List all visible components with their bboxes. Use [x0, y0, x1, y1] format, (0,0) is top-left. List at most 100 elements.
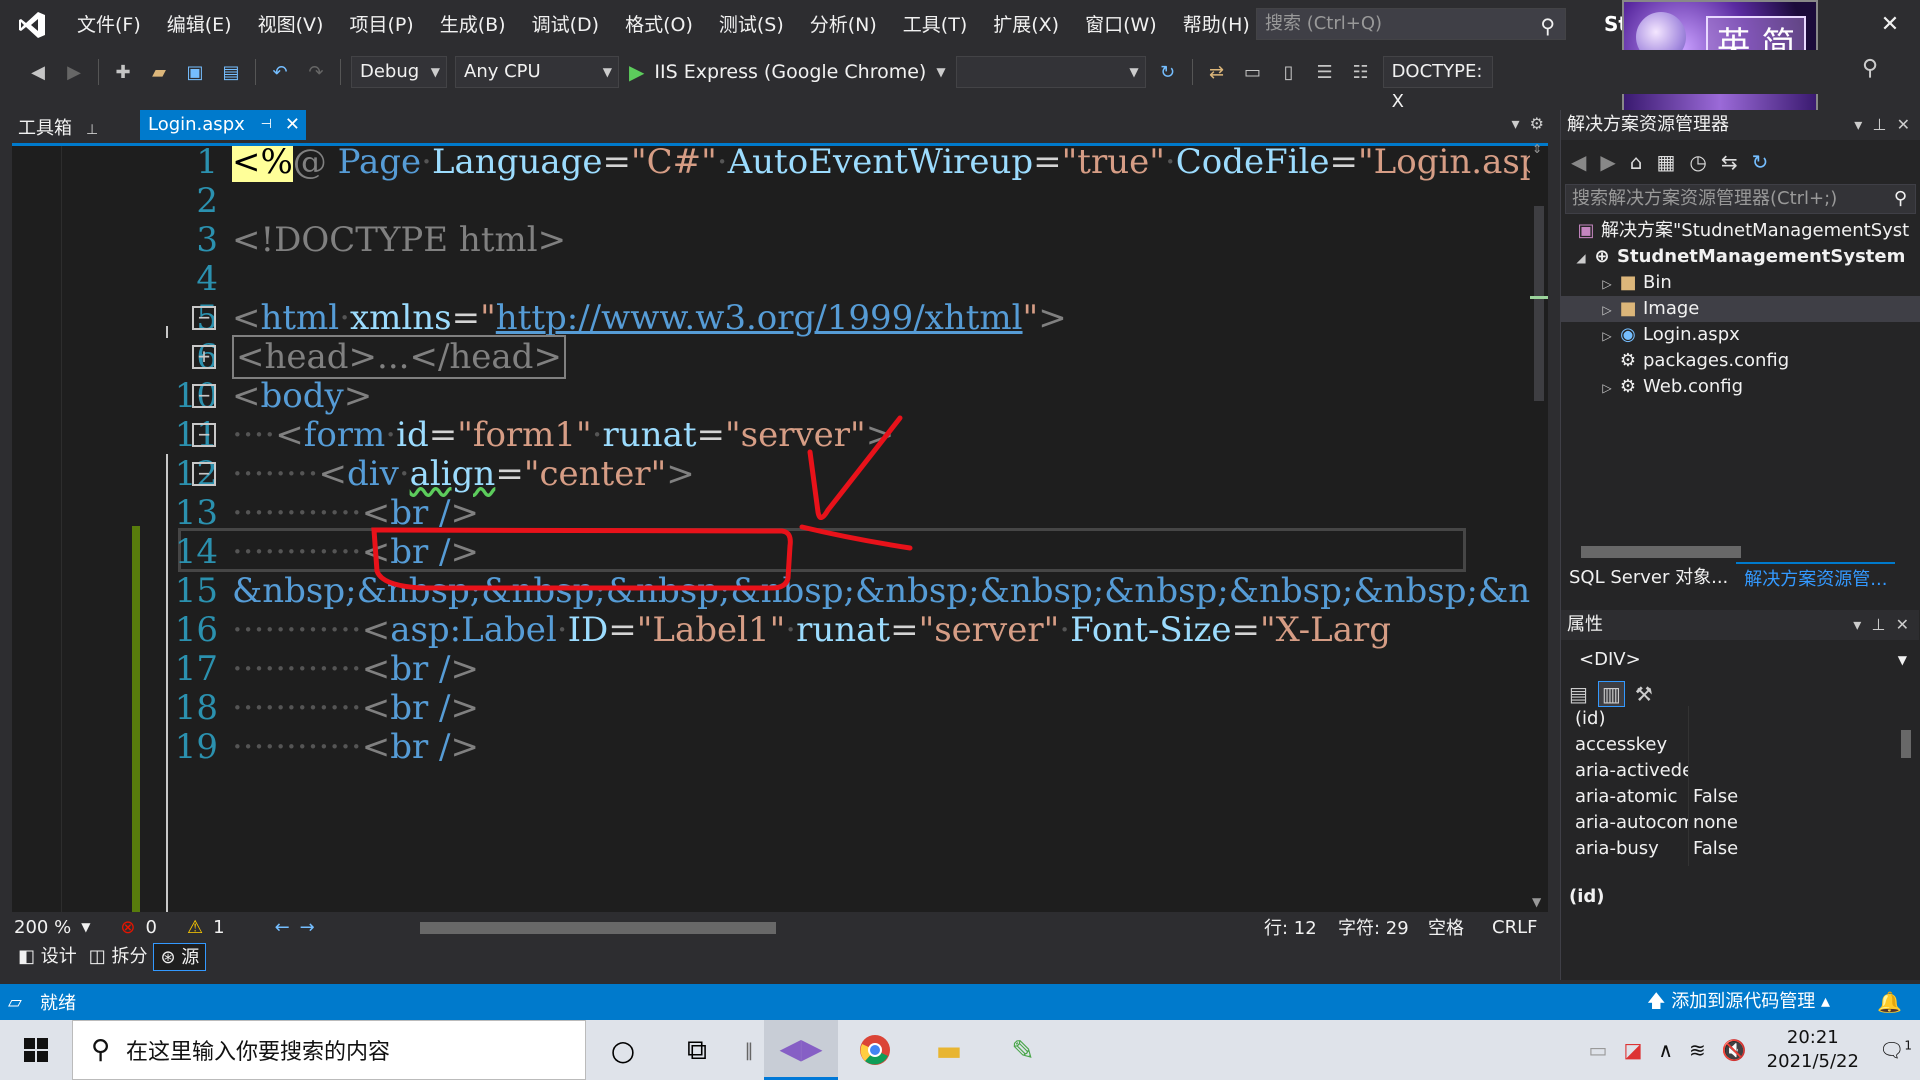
scrollbar-thumb[interactable]	[420, 922, 776, 934]
outdent-icon[interactable]: ☷	[1345, 56, 1377, 88]
menu-file[interactable]: 文件(F)	[64, 0, 154, 50]
notification-bell-icon[interactable]: 🔔	[1877, 984, 1902, 1020]
property-value[interactable]: False	[1689, 784, 1738, 810]
tab-login-aspx[interactable]: Login.aspx ⊣ ✕	[140, 110, 306, 140]
history-icon[interactable]: ◷	[1689, 150, 1706, 174]
property-value[interactable]	[1689, 732, 1693, 758]
switch-views-icon[interactable]: ▦	[1656, 150, 1675, 174]
redo-icon[interactable]: ↷	[300, 56, 332, 88]
chevron-down-icon[interactable]: ▼	[936, 65, 945, 79]
panel-controls[interactable]: ▾ ⊥ ✕	[1854, 110, 1910, 140]
refresh-icon[interactable]: ↻	[1152, 56, 1184, 88]
expand-icon[interactable]: +	[192, 345, 216, 369]
zoom-level[interactable]: 200 %	[14, 917, 71, 938]
menu-view[interactable]: 视图(V)	[245, 0, 337, 50]
page-icon[interactable]: ▯	[1273, 56, 1305, 88]
windows-start-icon[interactable]	[0, 1020, 72, 1080]
run-button[interactable]: ▶ IIS Express (Google Chrome) ▼	[629, 60, 946, 84]
panel-controls[interactable]: ▾ ⊥ ✕	[1853, 610, 1909, 640]
platform-select[interactable]: Any CPU ▼	[455, 56, 619, 88]
tab-solution-explorer[interactable]: 解决方案资源管...	[1736, 562, 1896, 594]
save-all-icon[interactable]: ▤	[215, 56, 247, 88]
xmlns-link[interactable]: http://www.w3.org/1999/xhtml	[496, 298, 1023, 338]
back-icon[interactable]: ◀	[22, 56, 54, 88]
tree-item-project[interactable]: ◢ ⊕ StudnetManagementSystem	[1561, 244, 1920, 270]
chevron-down-icon[interactable]: ▼	[81, 920, 90, 934]
property-value[interactable]	[1689, 758, 1693, 784]
tree-item-bin[interactable]: ▷ ■ Bin	[1561, 270, 1920, 296]
property-value[interactable]: none	[1689, 810, 1738, 836]
editor-vertical-scrollbar[interactable]: ⇕ ▼	[1530, 142, 1548, 911]
menu-test[interactable]: 测试(S)	[706, 0, 797, 50]
code-editor[interactable]: 1 <%@ Page·Language="C#"·AutoEventWireup…	[12, 142, 1548, 913]
menu-extensions[interactable]: 扩展(X)	[980, 0, 1072, 50]
collapse-icon[interactable]: −	[192, 384, 216, 408]
alphabetical-icon[interactable]: ▥	[1597, 681, 1625, 707]
property-row[interactable]: (id)	[1575, 706, 1895, 732]
collapsed-arrow-icon[interactable]: ▷	[1597, 375, 1617, 401]
chrome-icon[interactable]	[838, 1020, 912, 1080]
refresh-icon[interactable]: ↻	[1752, 150, 1769, 174]
tree-item-web-config[interactable]: ▷ ⚙ Web.config	[1561, 374, 1920, 400]
new-project-icon[interactable]: ✚	[107, 56, 139, 88]
feedback-icon[interactable]: ⚲	[1862, 56, 1878, 81]
property-value[interactable]: undefined	[1689, 862, 1784, 866]
close-icon[interactable]: ✕	[1860, 0, 1920, 50]
cortana-icon[interactable]: ○	[586, 1020, 660, 1080]
collapse-icon[interactable]: −	[192, 306, 216, 330]
tree-item-solution[interactable]: ▣ 解决方案"StudnetManagementSyst	[1561, 218, 1920, 244]
split-icon[interactable]: ⇕	[1532, 142, 1542, 156]
error-icon[interactable]: ⊗	[120, 917, 135, 938]
add-to-source-control-button[interactable]: 🡅 添加到源代码管理 ▴	[1647, 984, 1830, 1020]
menu-help[interactable]: 帮助(H)	[1170, 0, 1263, 50]
doctype-select[interactable]: DOCTYPE: X	[1382, 56, 1493, 112]
pin-icon[interactable]: ⊣	[261, 110, 272, 140]
solution-explorer-horizontal-scrollbar[interactable]	[1561, 542, 1919, 560]
property-row[interactable]: accesskey	[1575, 732, 1895, 758]
close-icon[interactable]: ✕	[285, 110, 300, 140]
undo-icon[interactable]: ↶	[264, 56, 296, 88]
open-folder-icon[interactable]: ▰	[143, 56, 175, 88]
visual-studio-logo-icon[interactable]	[0, 0, 64, 50]
menu-build[interactable]: 生成(B)	[427, 0, 519, 50]
scrollbar-thumb[interactable]	[1534, 206, 1544, 401]
browser-link-icon[interactable]: ⇄	[1201, 56, 1233, 88]
back-icon[interactable]: ◀	[1571, 150, 1586, 174]
collapsed-arrow-icon[interactable]: ▷	[1597, 297, 1617, 323]
indent-icon[interactable]: ☰	[1309, 56, 1341, 88]
pdf-tray-icon[interactable]: ▭	[1589, 1038, 1608, 1062]
tab-sql-server-object-explorer[interactable]: SQL Server 对象...	[1561, 562, 1736, 594]
sync-icon[interactable]: ⇆	[1721, 150, 1738, 174]
volume-mute-icon[interactable]: 🔇	[1722, 1038, 1747, 1062]
tab-source[interactable]: ⊛ 源	[153, 943, 207, 971]
menu-debug[interactable]: 调试(D)	[519, 0, 612, 50]
property-row[interactable]: aria-atomic False	[1575, 784, 1895, 810]
menu-tools[interactable]: 工具(T)	[890, 0, 980, 50]
menu-project[interactable]: 项目(P)	[336, 0, 426, 50]
property-row[interactable]: aria-autocom none	[1575, 810, 1895, 836]
nav-forward-icon[interactable]: →	[300, 917, 315, 938]
toolbox-tab[interactable]: 工具箱 ⊥	[18, 114, 98, 140]
property-row[interactable]: aria-checkedundefined	[1575, 862, 1895, 866]
action-center-icon[interactable]: 🗨1	[1879, 1038, 1912, 1062]
configuration-select[interactable]: Debug ▼	[351, 56, 447, 88]
solution-search-input[interactable]: 搜索解决方案资源管理器(Ctrl+;) ⚲	[1565, 184, 1916, 214]
forward-icon[interactable]: ▶	[1600, 150, 1615, 174]
warning-count[interactable]: 1	[213, 917, 224, 938]
scrollbar-thumb[interactable]	[1581, 546, 1741, 558]
collapse-icon[interactable]: −	[192, 423, 216, 447]
error-count[interactable]: 0	[146, 917, 157, 938]
show-hidden-icons-icon[interactable]: ∧	[1658, 1038, 1673, 1062]
property-row[interactable]: aria-activede	[1575, 758, 1895, 784]
menu-format[interactable]: 格式(O)	[612, 0, 706, 50]
taskbar-search-input[interactable]: ⚲ 在这里输入你要搜索的内容	[72, 1020, 586, 1080]
tree-item-login-aspx[interactable]: ▷ ◉ Login.aspx	[1561, 322, 1920, 348]
menu-edit[interactable]: 编辑(E)	[154, 0, 245, 50]
warning-icon[interactable]: ⚠	[187, 917, 203, 938]
categorized-icon[interactable]: ▤	[1569, 682, 1588, 706]
taskbar-clock[interactable]: 20:21 2021/5/22	[1767, 1026, 1859, 1074]
tab-overflow-controls[interactable]: ▾ ⚙	[1511, 114, 1544, 133]
task-view-icon[interactable]: ⧉	[660, 1020, 734, 1080]
office-tray-icon[interactable]: ◪	[1623, 1038, 1642, 1062]
global-search-input[interactable]: 搜索 (Ctrl+Q) ⚲	[1256, 8, 1566, 40]
